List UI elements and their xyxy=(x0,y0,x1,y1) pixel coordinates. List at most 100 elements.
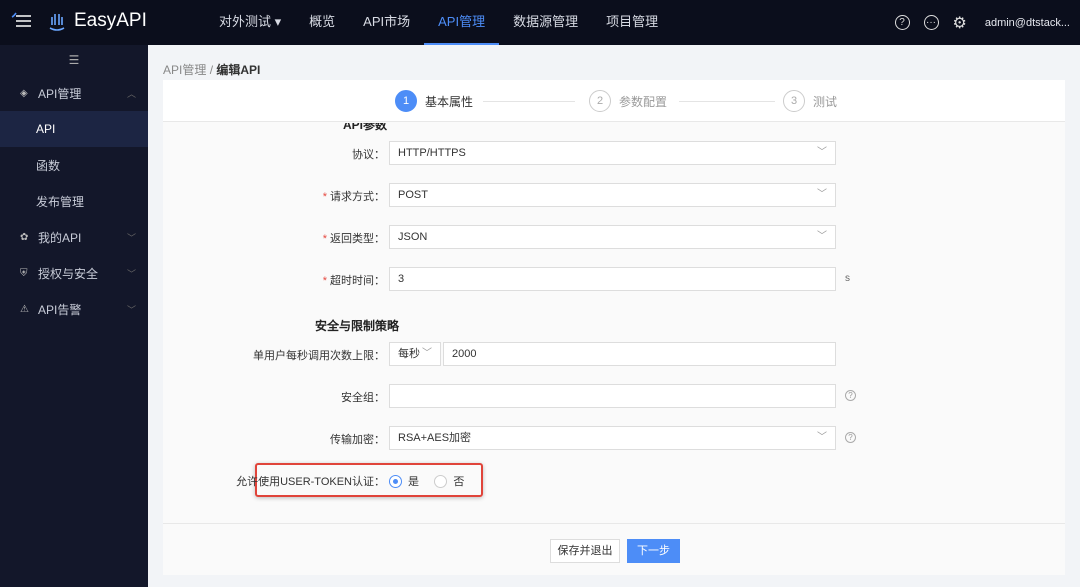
step-connector xyxy=(483,101,575,102)
alarm-icon: ⚠ xyxy=(20,303,29,315)
return-type-select[interactable]: JSON ﹀ xyxy=(389,225,836,249)
breadcrumb: API管理 / 编辑API xyxy=(163,61,260,78)
rate-limit-label: 单用户每秒调用次数上限： xyxy=(253,350,385,362)
sidebar-item-my-api[interactable]: ✿ 我的API ﹀ xyxy=(0,219,148,255)
rate-unit-value: 每秒 xyxy=(398,348,420,360)
method-label: * 请求方式： xyxy=(323,188,385,204)
top-header: EasyAPI 对外测试 ▾ 概览 API市场 API管理 数据源管理 项目管理… xyxy=(0,0,1080,45)
nav-project[interactable]: 项目管理 xyxy=(592,0,672,45)
collapse-sidebar-icon[interactable]: ☰ xyxy=(0,45,148,75)
timeout-label: * 超时时间： xyxy=(323,272,385,288)
radio-unchecked-icon xyxy=(434,474,448,488)
timeout-label-text: 超时时间： xyxy=(330,275,385,287)
logo[interactable]: EasyAPI xyxy=(48,10,147,32)
user-token-radio-group: 是 否 xyxy=(389,473,476,491)
gear-icon[interactable]: ⚙ xyxy=(953,13,967,33)
required-mark: * xyxy=(322,233,327,245)
project-name: 对外测试 xyxy=(219,14,272,29)
step-number: 2 xyxy=(589,90,611,112)
step-number: 3 xyxy=(783,90,805,112)
return-type-row: * 返回类型： JSON ﹀ xyxy=(163,225,1065,249)
help-icon[interactable]: ? xyxy=(845,390,856,401)
return-type-label-text: 返回类型： xyxy=(330,233,385,245)
encryption-value: RSA+AES加密 xyxy=(398,432,472,444)
step-params[interactable]: 2 参数配置 xyxy=(589,90,667,112)
rate-unit-select[interactable]: 每秒 ﹀ xyxy=(389,342,441,366)
radio-checked-icon xyxy=(389,474,402,488)
chevron-down-icon: ﹀ xyxy=(126,232,136,243)
method-label-text: 请求方式： xyxy=(330,191,385,203)
timeout-unit: s xyxy=(845,273,850,284)
timeout-input[interactable]: 3 xyxy=(389,267,836,291)
help-icon[interactable]: ? xyxy=(894,15,910,30)
step-connector xyxy=(679,101,775,102)
nav-api-manage[interactable]: API管理 xyxy=(424,0,500,45)
security-group-row: 安全组：? xyxy=(163,384,1065,408)
nav-api-market[interactable]: API市场 xyxy=(349,0,424,45)
rate-limit-row: 单用户每秒调用次数上限： 每秒 ﹀ 2000 xyxy=(163,342,1065,366)
chevron-down-icon: ﹀ xyxy=(817,432,827,443)
project-switcher[interactable]: 对外测试 ▾ xyxy=(205,0,295,45)
radio-yes[interactable]: 是 xyxy=(389,473,419,489)
sidebar-item-api-manage[interactable]: ◈ API管理 ︿ xyxy=(0,75,148,111)
sidebar-item-auth-security[interactable]: ⛨ 授权与安全 ﹀ xyxy=(0,255,148,291)
sidebar-item-api[interactable]: API xyxy=(0,111,148,147)
sidebar-item-label: API告警 xyxy=(38,302,82,317)
breadcrumb-current: 编辑API xyxy=(216,63,261,77)
step-label: 测试 xyxy=(813,94,838,109)
radio-no[interactable]: 否 xyxy=(434,473,464,489)
chevron-down-icon: ﹀ xyxy=(817,231,827,242)
user-token-row: 允许使用USER-TOKEN认证： 是 否 xyxy=(163,468,1065,492)
user-menu[interactable]: admin@dtstack... xyxy=(985,17,1070,29)
sidebar-item-label: 授权与安全 xyxy=(38,266,99,281)
step-number: 1 xyxy=(395,90,417,112)
nav-datasource[interactable]: 数据源管理 xyxy=(499,0,592,45)
step-label: 基本属性 xyxy=(425,94,474,109)
menu-icon[interactable] xyxy=(10,12,32,30)
sidebar-item-publish[interactable]: 发布管理 xyxy=(0,183,148,219)
chevron-down-icon: ﹀ xyxy=(817,147,827,158)
sidebar: ☰ ◈ API管理 ︿ API 函数 发布管理 ✿ 我的API ﹀ ⛨ 授权与安全 ﹀ ⚠ A… xyxy=(0,45,148,587)
chevron-down-icon: ﹀ xyxy=(126,268,136,279)
method-value: POST xyxy=(398,189,428,201)
encryption-row: 传输加密： RSA+AES加密 ﹀? xyxy=(163,426,1065,450)
edit-api-card: 1 基本属性 2 参数配置 3 测试 API参数 协议： HTTP/HTTPS ﹀ * 请求… xyxy=(163,80,1065,575)
chevron-down-icon: ﹀ xyxy=(817,189,827,200)
api-group-icon: ✿ xyxy=(20,231,29,243)
required-mark: * xyxy=(322,191,327,203)
breadcrumb-parent[interactable]: API管理 xyxy=(163,63,206,77)
radio-label: 是 xyxy=(408,476,419,488)
sidebar-item-api-alarm[interactable]: ⚠ API告警 ﹀ xyxy=(0,291,148,327)
security-group-input[interactable] xyxy=(389,384,836,408)
encryption-label: 传输加密： xyxy=(330,434,385,446)
section-title-clip: API参数 xyxy=(163,123,1065,131)
message-icon[interactable]: ··· xyxy=(923,15,939,30)
chevron-down-icon: ﹀ xyxy=(422,348,432,359)
logo-icon xyxy=(49,14,65,31)
return-type-label: * 返回类型： xyxy=(323,230,385,246)
sidebar-item-label: 我的API xyxy=(38,230,82,245)
method-select[interactable]: POST ﹀ xyxy=(389,183,836,207)
protocol-value: HTTP/HTTPS xyxy=(398,147,466,159)
chevron-up-icon: ︿ xyxy=(126,88,136,99)
breadcrumb-separator: / xyxy=(209,63,214,77)
section-security: 安全与限制策略 xyxy=(315,319,400,333)
protocol-label: 协议： xyxy=(352,149,385,161)
timeout-row: * 超时时间： 3 s xyxy=(163,267,1065,291)
required-mark: * xyxy=(322,275,327,287)
help-icon[interactable]: ? xyxy=(845,432,856,443)
sidebar-item-functions[interactable]: 函数 xyxy=(0,147,148,183)
rate-limit-input[interactable]: 2000 xyxy=(443,342,836,366)
encryption-select[interactable]: RSA+AES加密 ﹀ xyxy=(389,426,836,450)
next-button[interactable]: 下一步 xyxy=(627,539,680,563)
step-test[interactable]: 3 测试 xyxy=(783,90,837,112)
user-token-label: 允许使用USER-TOKEN认证： xyxy=(236,476,385,488)
save-exit-button[interactable]: 保存并退出 xyxy=(550,539,620,563)
sidebar-item-label: API管理 xyxy=(38,86,82,101)
chevron-down-icon: ﹀ xyxy=(126,304,136,315)
nav-overview[interactable]: 概览 xyxy=(295,0,349,45)
step-basic[interactable]: 1 基本属性 xyxy=(395,90,473,112)
protocol-select[interactable]: HTTP/HTTPS ﹀ xyxy=(389,141,836,165)
footer: 保存并退出 下一步 xyxy=(163,523,1065,575)
radio-label: 否 xyxy=(453,476,465,488)
